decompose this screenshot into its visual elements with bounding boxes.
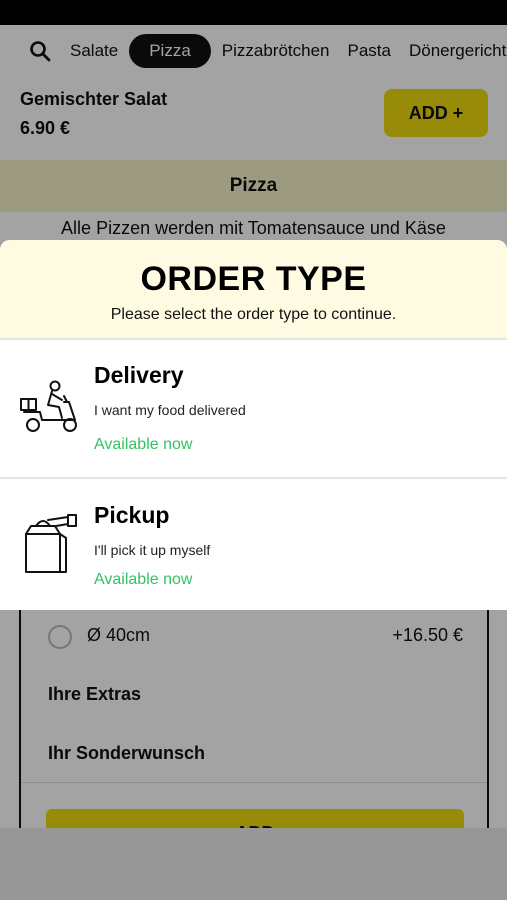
pickup-bag-icon xyxy=(18,512,80,574)
option-description: I'll pick it up myself xyxy=(94,542,211,558)
pickup-option[interactable]: Pickup I'll pick it up myself Available … xyxy=(0,480,507,610)
delivery-option[interactable]: Delivery I want my food delivered Availa… xyxy=(0,340,507,476)
option-title: Delivery xyxy=(94,362,184,388)
modal-header: ORDER TYPE Please select the order type … xyxy=(0,240,507,338)
order-type-modal: ORDER TYPE Please select the order type … xyxy=(0,240,507,610)
divider xyxy=(0,477,507,479)
modal-subtitle: Please select the order type to continue… xyxy=(110,306,397,323)
option-title: Pickup xyxy=(94,502,170,528)
availability-status: Available now xyxy=(94,436,193,453)
option-description: I want my food delivered xyxy=(94,402,246,418)
scooter-delivery-icon xyxy=(18,378,80,440)
availability-status: Available now xyxy=(94,571,193,588)
modal-title: ORDER TYPE xyxy=(140,260,367,298)
